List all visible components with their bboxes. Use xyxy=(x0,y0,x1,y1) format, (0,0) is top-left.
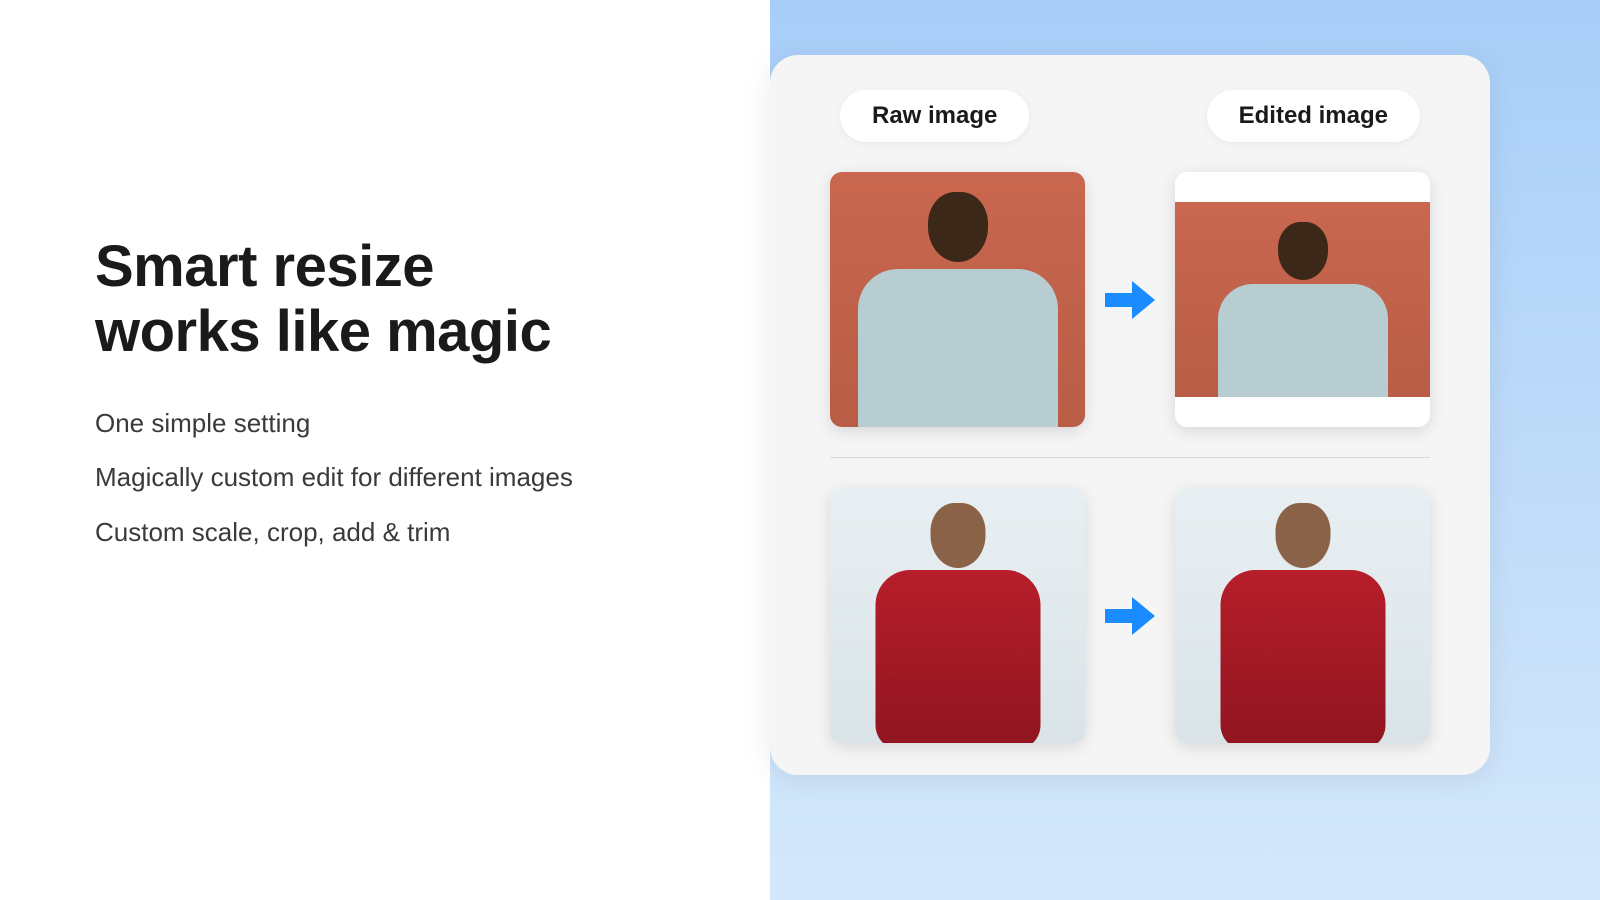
divider xyxy=(830,457,1430,458)
compare-row-2 xyxy=(815,488,1445,743)
feature-item: One simple setting xyxy=(95,405,595,441)
heading-line-2: works like magic xyxy=(95,299,551,364)
portrait-placeholder xyxy=(830,488,1085,743)
edited-image-2 xyxy=(1175,488,1430,743)
edited-image-1 xyxy=(1175,172,1430,427)
feature-item: Custom scale, crop, add & trim xyxy=(95,514,595,550)
labels-row: Raw image Edited image xyxy=(815,90,1445,142)
page-title: Smart resize works like magic xyxy=(95,235,595,365)
arrow-right-icon xyxy=(1095,275,1165,325)
raw-image-2 xyxy=(830,488,1085,743)
raw-image-1 xyxy=(830,172,1085,427)
edited-image-label: Edited image xyxy=(1207,90,1420,142)
heading-line-1: Smart resize xyxy=(95,234,434,299)
raw-image-label: Raw image xyxy=(840,90,1029,142)
comparison-card: Raw image Edited image xyxy=(770,55,1490,775)
arrow-right-icon xyxy=(1095,591,1165,641)
feature-item: Magically custom edit for different imag… xyxy=(95,459,595,495)
portrait-placeholder xyxy=(1175,488,1430,743)
portrait-placeholder xyxy=(1175,202,1430,397)
text-panel: Smart resize works like magic One simple… xyxy=(95,235,595,568)
feature-list: One simple setting Magically custom edit… xyxy=(95,405,595,550)
compare-row-1 xyxy=(815,172,1445,427)
portrait-placeholder xyxy=(830,172,1085,427)
